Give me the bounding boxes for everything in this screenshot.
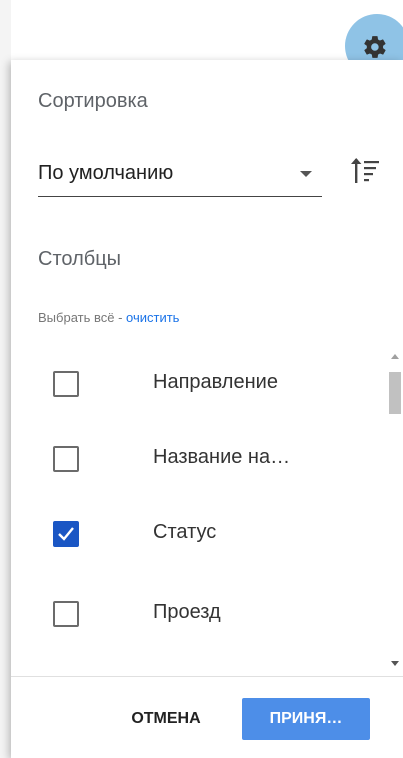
column-checkbox[interactable] [53, 521, 79, 547]
footer-divider [11, 676, 403, 677]
column-label: Название на… [153, 446, 291, 468]
scroll-down-arrow-icon[interactable] [391, 661, 399, 666]
column-item[interactable]: Название на… [11, 425, 381, 495]
sort-dropdown[interactable]: По умолчанию [38, 148, 322, 197]
scroll-thumb[interactable] [389, 372, 401, 414]
sort-section-title: Сортировка [38, 90, 148, 112]
column-label: Статус [153, 521, 217, 543]
column-item[interactable]: Проезд [11, 580, 381, 650]
gear-icon [364, 36, 386, 58]
column-label: Проезд [153, 601, 221, 623]
column-checkbox[interactable] [53, 601, 79, 627]
list-scrollbar[interactable] [387, 350, 403, 672]
cancel-button[interactable]: ОТМЕНА [106, 698, 226, 740]
column-checkbox[interactable] [53, 446, 79, 472]
sort-order-button[interactable] [349, 154, 383, 188]
column-label: Направление [153, 371, 278, 393]
link-separator: - [114, 310, 127, 325]
column-settings-panel: Сортировка По умолчанию Столбцы Выбрать … [11, 60, 403, 758]
column-checkbox[interactable] [53, 371, 79, 397]
clear-link[interactable]: очистить [126, 310, 179, 325]
background-edge [0, 0, 11, 758]
sort-order-icon [351, 158, 379, 183]
columns-section-title: Столбцы [38, 248, 122, 270]
check-icon [58, 527, 74, 541]
column-item[interactable]: Статус [11, 500, 381, 570]
apply-button[interactable]: ПРИНЯ… [242, 698, 370, 740]
column-item[interactable]: Направление [11, 350, 381, 420]
sort-selected-value: По умолчанию [38, 162, 174, 184]
select-links: Выбрать всё - очистить [38, 310, 179, 325]
scroll-up-arrow-icon[interactable] [391, 354, 399, 359]
dropdown-arrow-icon [300, 171, 312, 177]
columns-list: Направление Название на… Статус Проезд [11, 350, 403, 672]
select-all-link[interactable]: Выбрать всё [38, 310, 114, 325]
